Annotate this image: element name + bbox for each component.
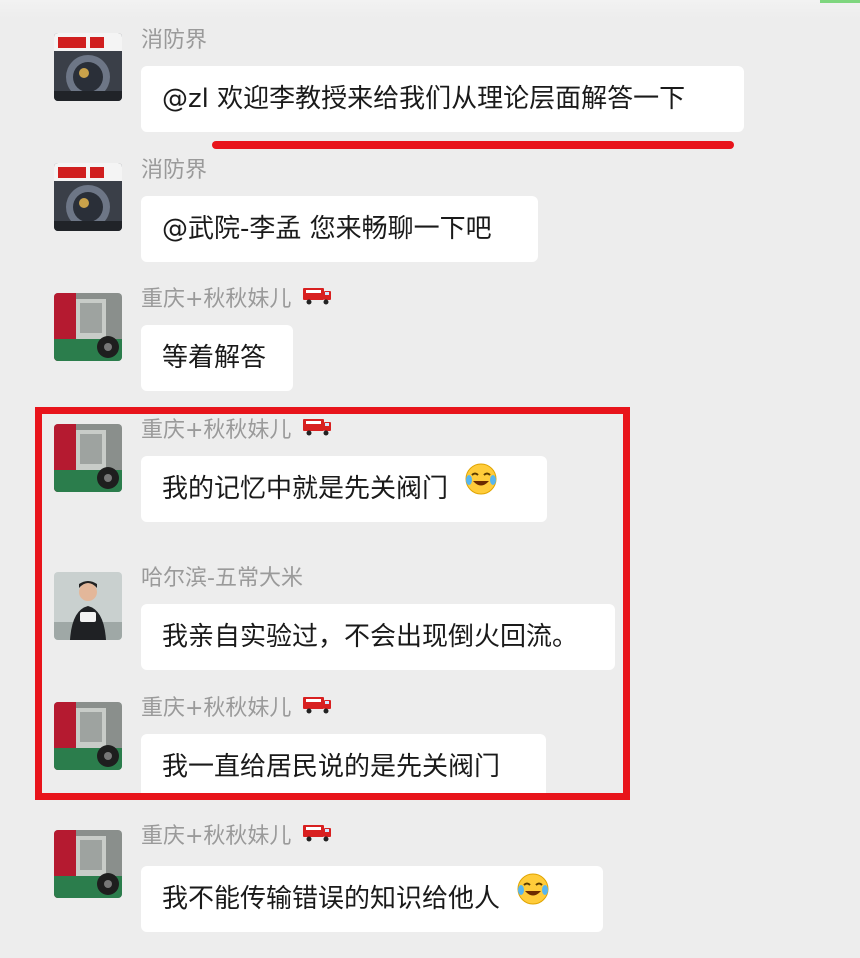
message-bubble[interactable]: @zl 欢迎李教授来给我们从理论层面解答一下 [141, 66, 744, 132]
laughing-tears-emoji-icon [516, 865, 550, 931]
fire-helmet-avatar[interactable] [54, 163, 122, 231]
fire-truck-cabin-avatar[interactable] [54, 830, 122, 898]
fire-truck-icon [302, 285, 332, 312]
sender-name: 消防界 [141, 28, 208, 53]
message-bubble[interactable]: 我不能传输错误的知识给他人 [141, 866, 603, 932]
sender-name: 消防界 [141, 158, 208, 183]
message-bubble[interactable]: @武院-李孟 您来畅聊一下吧 [141, 196, 538, 262]
sender-name-text: 重庆+秋秋妹儿 [141, 287, 292, 312]
red-underline-annotation [212, 141, 734, 149]
top-strip [0, 0, 860, 18]
corner-accent [820, 0, 860, 3]
message-text: @zl 欢迎李教授来给我们从理论层面解答一下 [162, 84, 686, 114]
sender-name: 重庆+秋秋妹儿 [141, 824, 332, 850]
message-text: 等着解答 [162, 343, 267, 373]
red-box-annotation [35, 407, 630, 800]
fire-truck-cabin-avatar[interactable] [54, 293, 122, 361]
fire-truck-icon [302, 822, 332, 849]
sender-name-text: 重庆+秋秋妹儿 [141, 824, 292, 849]
fire-helmet-avatar[interactable] [54, 33, 122, 101]
sender-name: 重庆+秋秋妹儿 [141, 287, 332, 313]
message-text: @武院-李孟 您来畅聊一下吧 [162, 214, 492, 244]
message-bubble[interactable]: 等着解答 [141, 325, 293, 391]
message-text: 我不能传输错误的知识给他人 [162, 884, 501, 914]
